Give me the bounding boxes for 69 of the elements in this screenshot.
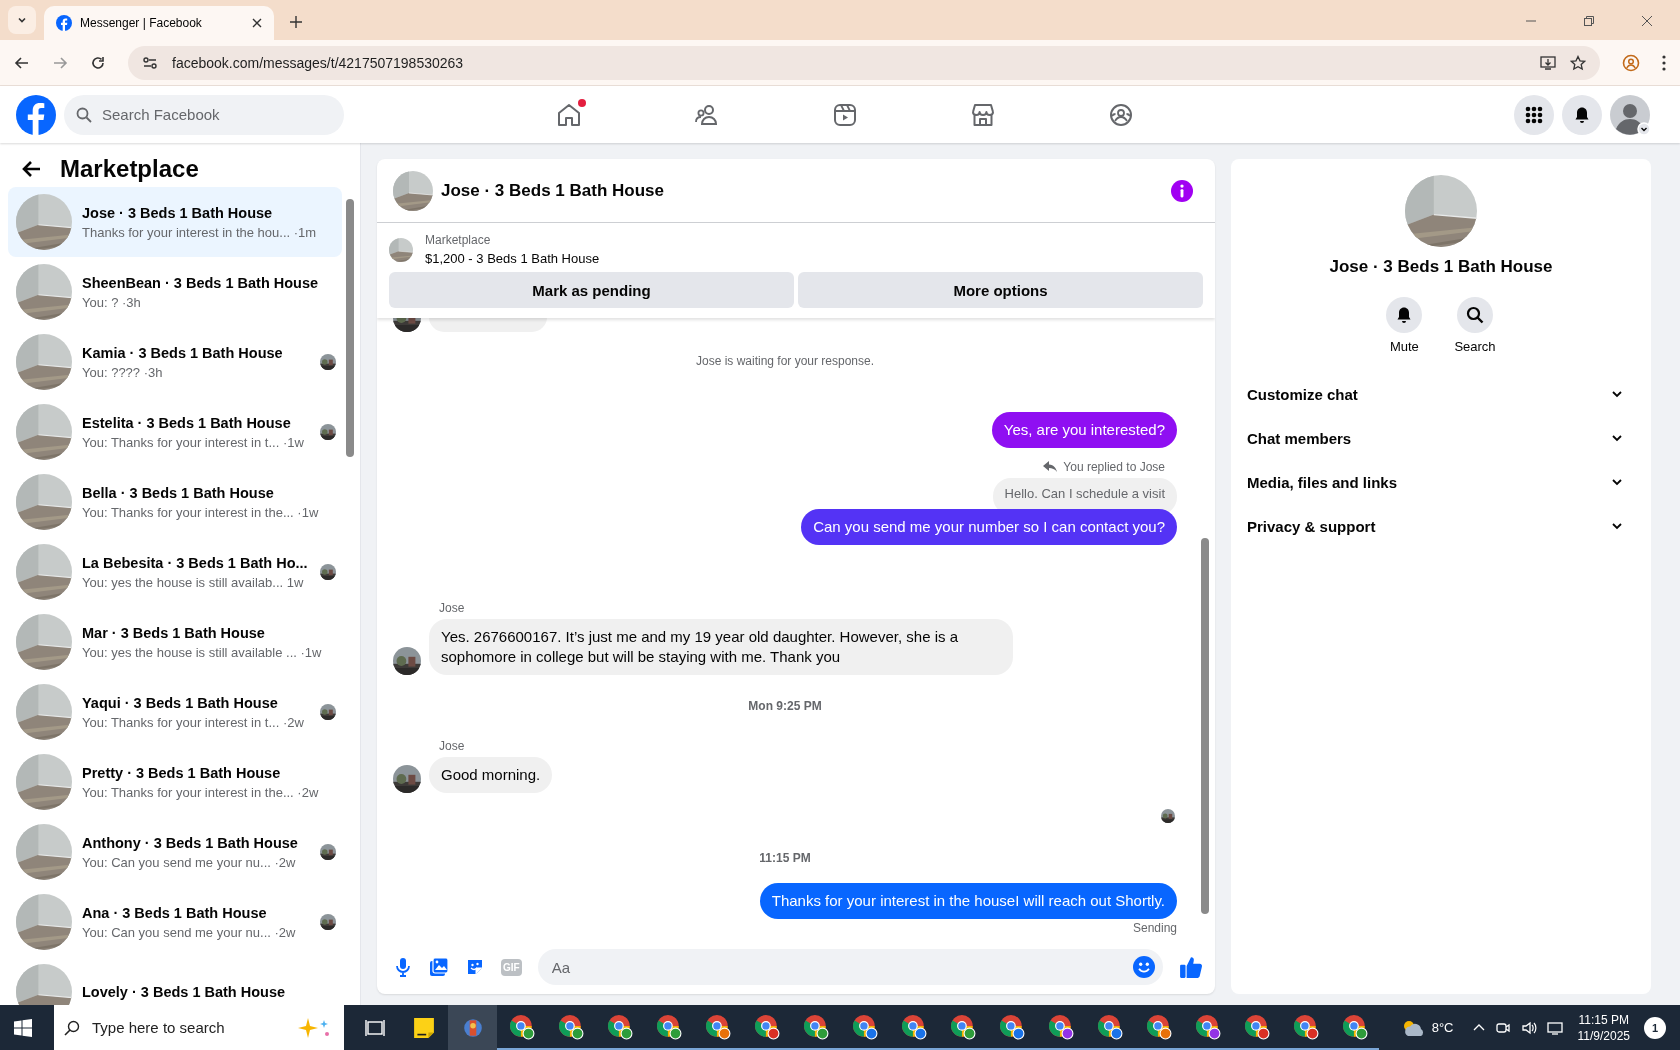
sender-name: Jose [439, 739, 466, 753]
conversation-preview: Thanks for your interest in the hou... ·1m [82, 224, 318, 240]
conversation-name: Bella · 3 Beds 1 Bath House [82, 484, 275, 501]
contact-name: Jose · 3 Beds 1 Bath House [1329, 257, 1553, 277]
conversation-name: La Bebesita · 3 Beds 1 Bath Ho... [82, 554, 309, 571]
timestamp: Mon 9:25 PM [747, 699, 823, 713]
conversation-item[interactable]: Jose · 3 Beds 1 Bath House Thanks for your interest in the hou... ·1m [8, 187, 342, 257]
section-row[interactable]: Chat members [1247, 416, 1635, 460]
conversation-name: Anthony · 3 Beds 1 Bath House [82, 834, 299, 851]
conversation-preview: You: Can you send me your nu... ·2w [82, 854, 297, 870]
action-label: Search [1454, 339, 1496, 354]
timestamp: 11:15 PM [758, 851, 812, 865]
chat-title: Jose · 3 Beds 1 Bath House [441, 180, 664, 201]
conversation-preview: You: Thanks for your interest in t... ·1w [82, 434, 305, 450]
sidebar-title: Marketplace [60, 155, 199, 183]
conversation-name: Pretty · 3 Beds 1 Bath House [82, 764, 282, 781]
message-bubble: Yes. 2676600167. It’s just me and my 19 year old daughter. However, she is a sophomore in college but will be staying with me. Thank you [429, 619, 1013, 675]
clock[interactable]: 11:15 PM 11/9/2025 [1577, 1011, 1630, 1044]
message-field[interactable]: Aa [549, 957, 1133, 977]
section-row[interactable]: Media, files and links [1247, 460, 1635, 504]
conversation-name: SheenBean · 3 Beds 1 Bath House [82, 274, 320, 291]
sender-name: Jose [439, 601, 466, 615]
conversation-preview: You: Can you send me your nu... ·2w [82, 924, 297, 940]
notification-center-button[interactable]: 1 [1644, 1016, 1666, 1039]
message-bubble: Can you send me your number so I can contact you? [801, 509, 1177, 545]
conversation-item[interactable]: Mar · 3 Beds 1 Bath House You: yes the house is still available ... ·1w [8, 607, 342, 677]
listing-title: $1,200 - 3 Beds 1 Bath House [425, 251, 600, 266]
message-bubble: Good morning. [429, 757, 553, 793]
conversation-item[interactable]: La Bebesita · 3 Beds 1 Bath Ho... You: yes the house is still availab... 1w [8, 537, 342, 607]
conversation-name: Mar · 3 Beds 1 Bath House [82, 624, 266, 641]
conversation-preview: You: Thanks for your interest in t... ·2w [82, 714, 305, 730]
section-row[interactable]: Customize chat [1247, 372, 1635, 416]
message-bubble: Yes, are you interested? [991, 412, 1177, 448]
action-label: Mute [1389, 339, 1419, 354]
conversation-item[interactable]: Kamia · 3 Beds 1 Bath House You: ???? ·3h [8, 327, 342, 397]
conversation-preview: You: yes the house is still availab... 1w [82, 574, 305, 590]
conversation-preview: You: ???? ·3h [82, 364, 164, 380]
temperature[interactable]: 8°C [1431, 1020, 1454, 1035]
address-field[interactable]: facebook.com/messages/t/4217507198530263 [128, 45, 1600, 80]
conversation-item[interactable]: Anthony · 3 Beds 1 Bath House You: Can you send me your nu... ·2w [8, 817, 342, 887]
conversation-name: Jose · 3 Beds 1 Bath House [82, 204, 274, 221]
conversation-item[interactable]: SheenBean · 3 Beds 1 Bath House You: ? ·3h [8, 257, 342, 327]
browser-tab[interactable]: Messenger | Facebook [44, 6, 274, 40]
conversation-item[interactable]: Bella · 3 Beds 1 Bath House You: Thanks for your interest in the... ·1w [8, 467, 342, 537]
conversation-item[interactable]: Ana · 3 Beds 1 Bath House You: Can you send me your nu... ·2w [8, 887, 342, 957]
conversation-item[interactable]: Pretty · 3 Beds 1 Bath House You: Thanks for your interest in the... ·2w [8, 747, 342, 817]
conversation-item[interactable]: Yaqui · 3 Beds 1 Bath House You: Thanks for your interest in t... ·2w [8, 677, 342, 747]
status-text: Jose is waiting for your response. [694, 354, 876, 368]
taskbar-search-box[interactable]: Type here to search [54, 1005, 344, 1050]
conversation-name: Lovely · 3 Beds 1 Bath House [82, 984, 287, 1000]
search-field[interactable]: Search Facebook [100, 105, 324, 124]
sending-status: Sending [1132, 921, 1177, 935]
conversation-name: Ana · 3 Beds 1 Bath House [82, 904, 268, 921]
listing-button[interactable]: More options [798, 272, 1203, 308]
message-bubble: Thanks for your interest in the houseI will reach out Shortly. [759, 883, 1177, 919]
listing-label: Marketplace [425, 233, 492, 247]
conversation-preview: You: yes the house is still available ... ·1w [82, 644, 323, 660]
message-box[interactable]: Aa [537, 949, 1163, 985]
search-box[interactable]: Search Facebook [64, 94, 344, 135]
conversation-item[interactable]: Estelita · 3 Beds 1 Bath House You: Thanks for your interest in t... ·1w [8, 397, 342, 467]
section-row[interactable]: Privacy & support [1247, 504, 1635, 548]
listing-button[interactable]: Mark as pending [389, 272, 794, 308]
conversation-name: Yaqui · 3 Beds 1 Bath House [82, 694, 279, 711]
conversation-preview: You: Thanks for your interest in the... ·1w [82, 504, 320, 520]
conversation-preview: You: ? ·3h [82, 294, 142, 310]
reply-note: You replied to Jose [1063, 460, 1165, 474]
conversation-preview: You: Thanks for your interest in the... ·2w [82, 784, 320, 800]
conversation-name: Kamia · 3 Beds 1 Bath House [82, 344, 284, 361]
conversation-name: Estelita · 3 Beds 1 Bath House [82, 414, 292, 431]
